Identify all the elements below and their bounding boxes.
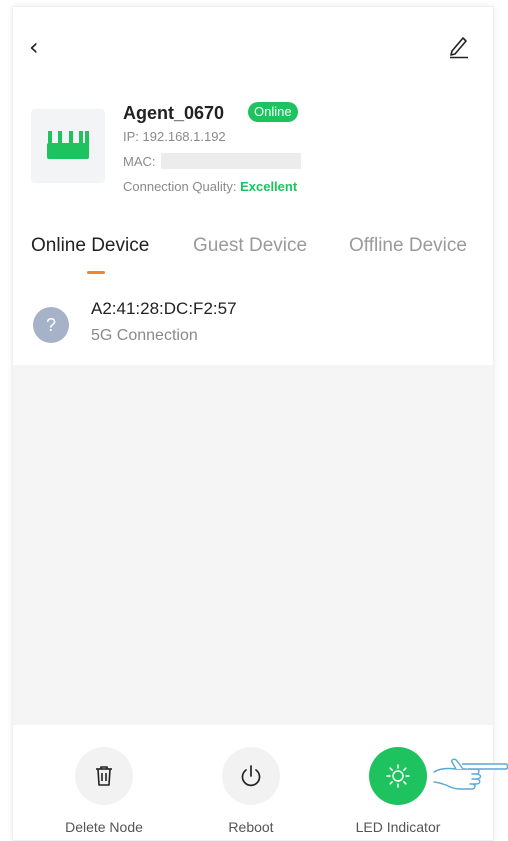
connection-quality-row: Connection Quality: Excellent — [123, 179, 297, 194]
router-icon — [47, 131, 89, 159]
mac-label: MAC: — [123, 154, 156, 169]
empty-area — [13, 365, 493, 725]
sun-icon — [386, 764, 410, 788]
quality-value: Excellent — [240, 179, 298, 194]
tab-active-indicator — [87, 271, 105, 274]
list-item[interactable]: ? A2:41:28:DC:F2:57 5G Connection — [13, 289, 493, 365]
reboot-button[interactable]: Reboot — [196, 747, 306, 835]
tab-online-device[interactable]: Online Device — [31, 235, 149, 257]
device-connection: 5G Connection — [91, 327, 198, 344]
ip-label: IP: — [123, 129, 139, 144]
action-bar: Delete Node Reboot LED Indicator — [13, 725, 493, 840]
status-badge: Online — [248, 102, 298, 122]
device-mac: A2:41:28:DC:F2:57 — [91, 299, 237, 318]
power-icon — [241, 765, 261, 787]
trash-icon — [96, 766, 112, 786]
node-thumbnail — [31, 109, 105, 183]
delete-node-button[interactable]: Delete Node — [49, 747, 159, 835]
tab-guest-device[interactable]: Guest Device — [193, 235, 307, 257]
mac-row: MAC: — [123, 153, 302, 169]
node-info: Agent_0670 Online IP: 192.168.1.192 MAC:… — [13, 97, 493, 207]
edit-button[interactable] — [447, 33, 471, 59]
ip-row: IP: 192.168.1.192 — [123, 129, 226, 144]
app-screen: ‹ Agent_0670 Online IP: 192.168.1.192 MA… — [12, 6, 494, 841]
question-icon: ? — [33, 307, 69, 343]
led-indicator-label: LED Indicator — [355, 819, 441, 835]
pencil-icon — [450, 37, 468, 59]
node-name: Agent_0670 — [123, 103, 225, 123]
led-indicator-circle — [369, 747, 427, 805]
delete-node-label: Delete Node — [65, 819, 143, 835]
chevron-left-icon: ‹ — [29, 33, 39, 61]
reboot-label: Reboot — [228, 819, 274, 835]
mac-value-redacted — [161, 153, 302, 169]
quality-label: Connection Quality: — [123, 179, 237, 194]
ip-value: 192.168.1.192 — [142, 129, 226, 144]
tab-offline-device[interactable]: Offline Device — [349, 235, 467, 257]
delete-node-circle — [75, 747, 133, 805]
back-button[interactable]: ‹ — [29, 33, 53, 61]
top-bar: ‹ — [13, 7, 493, 87]
reboot-circle — [222, 747, 280, 805]
pointing-hand-icon — [433, 758, 508, 790]
device-tabs: Online Device Guest Device Offline Devic… — [13, 235, 493, 275]
